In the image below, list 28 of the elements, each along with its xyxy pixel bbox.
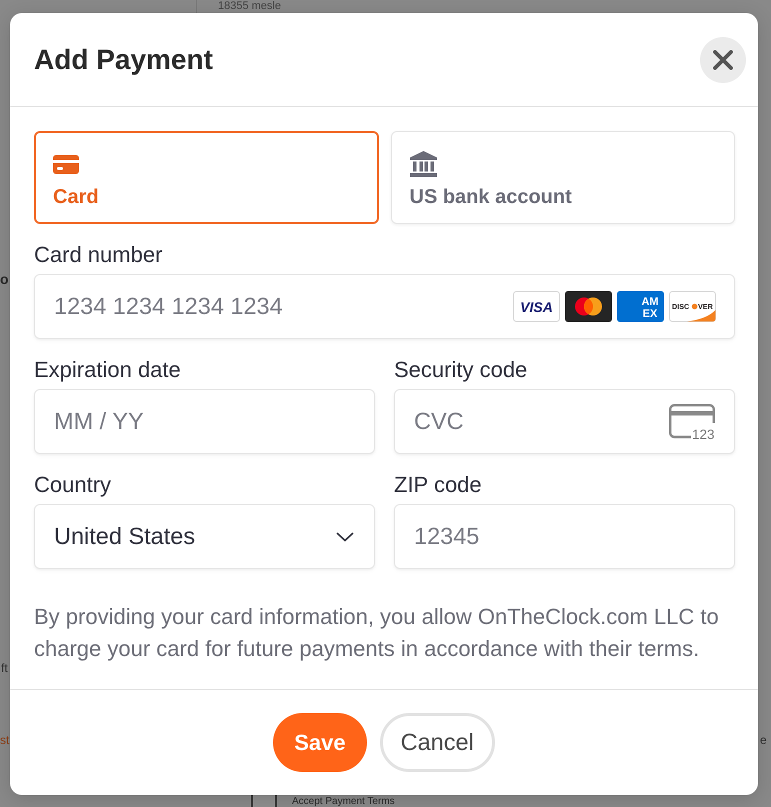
dialog-title: Add Payment	[34, 44, 213, 76]
field-label: Security code	[394, 358, 528, 382]
background-text: o	[0, 270, 9, 288]
background-text: ft	[1, 660, 8, 676]
chevron-down-icon	[336, 532, 354, 542]
background-text: 18355 mesle	[218, 0, 281, 12]
field-label: Country	[34, 473, 112, 497]
cancel-button[interactable]: Cancel	[380, 713, 495, 772]
payment-method-tab[interactable]: Card	[34, 131, 378, 224]
close-button[interactable]	[700, 36, 746, 82]
visa-logo-icon: VISA	[513, 291, 560, 322]
checkbox-label: Accept Payment Terms	[292, 796, 395, 807]
input-field[interactable]: MM / YY	[34, 389, 375, 454]
amex-logo-icon: AM EX	[617, 291, 664, 322]
bank-building-icon	[410, 151, 436, 177]
close-icon	[712, 48, 734, 70]
field-label: Expiration date	[34, 358, 181, 382]
input-field[interactable]: 12345	[394, 504, 735, 569]
credit-card-icon	[53, 154, 79, 174]
country-select[interactable]: United States	[34, 504, 375, 569]
background-text: st	[0, 732, 10, 748]
background-text: e	[760, 732, 767, 748]
two-circles-logo-icon	[565, 291, 612, 322]
field-label: Card number	[34, 243, 162, 267]
consent-text: By providing your card information, you allow OnTheClock.com LLC to charge your card for future payments in accordance with their terms.	[34, 603, 720, 663]
payment-method-tab[interactable]: US bank account	[390, 131, 735, 224]
save-button[interactable]: Save	[273, 713, 367, 772]
field-label: ZIP code	[394, 473, 482, 497]
